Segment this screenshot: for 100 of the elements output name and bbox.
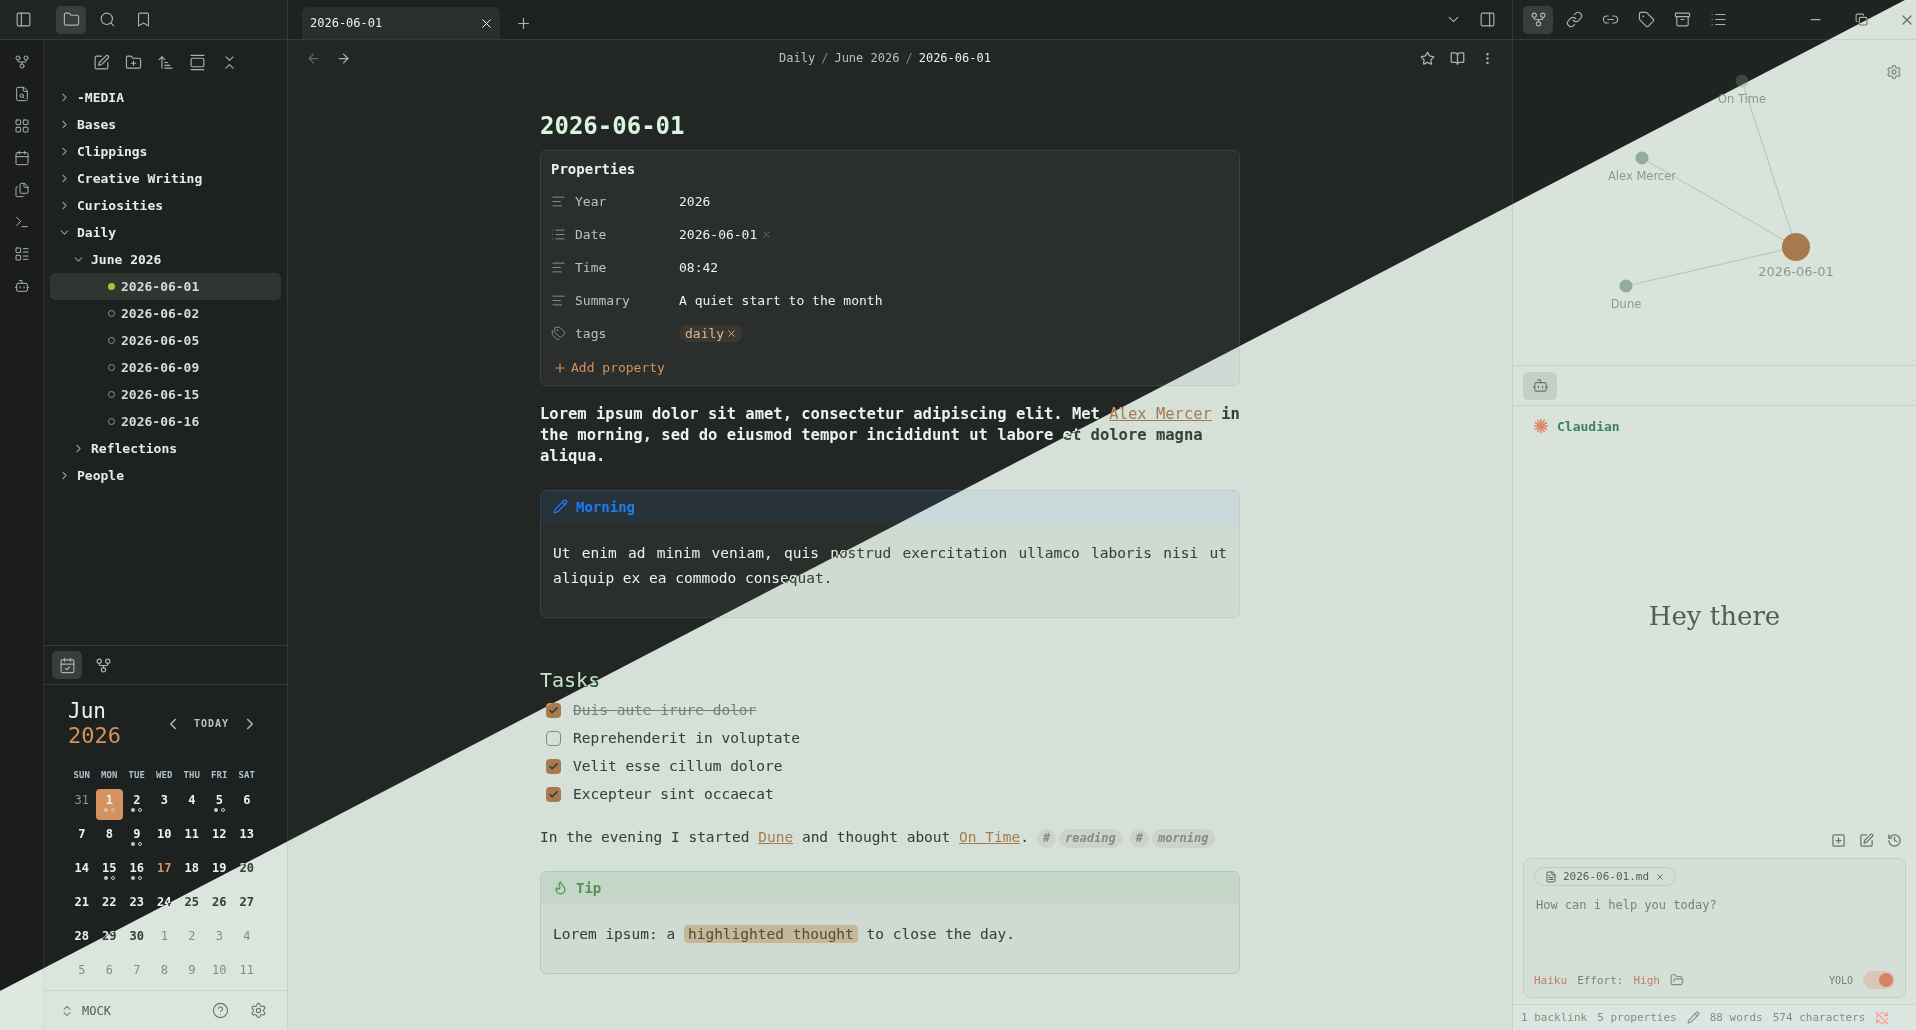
calendar-day[interactable]: 10 — [150, 823, 178, 854]
calendar-day[interactable]: 31 — [68, 789, 96, 820]
calendar-day[interactable]: 16 — [123, 857, 151, 888]
breadcrumb-item[interactable]: 2026-06-01 — [918, 51, 991, 65]
flame-icon — [553, 880, 568, 896]
graph-node[interactable] — [1782, 233, 1810, 261]
weekday-label: THU — [182, 770, 201, 782]
lines-icon — [551, 194, 566, 209]
weekday-label: FRI — [210, 770, 229, 782]
calendar-day[interactable]: 21 — [68, 891, 96, 922]
calendar-day[interactable]: 4 — [178, 789, 206, 820]
remove-icon[interactable] — [1655, 871, 1666, 882]
folder-item[interactable]: Bases — [50, 111, 281, 138]
pencil-icon[interactable] — [1686, 1011, 1700, 1024]
calendar-day[interactable]: 17 — [150, 857, 178, 888]
pencil-icon — [553, 499, 568, 515]
graph-node[interactable] — [1635, 151, 1649, 165]
breadcrumb-item[interactable]: June 2026 — [834, 51, 900, 65]
status-item: 1 backlink — [1521, 1011, 1588, 1024]
property-value[interactable]: 2026 — [679, 194, 1227, 209]
calendar-day[interactable]: 3 — [150, 789, 178, 820]
folder-icon[interactable] — [56, 5, 86, 34]
property-value[interactable]: 2026-06-01 — [679, 227, 758, 242]
check-icon — [548, 704, 559, 716]
folder-item[interactable]: June 2026 — [50, 246, 281, 273]
plus-icon — [553, 360, 567, 375]
starburst-icon — [1533, 418, 1549, 434]
clear-icon[interactable] — [761, 229, 773, 240]
add-property-button[interactable]: Add property — [551, 350, 667, 375]
callout-title: Morning — [541, 490, 1239, 523]
calendar-day[interactable]: 7 — [68, 823, 96, 854]
graph-node[interactable] — [1619, 279, 1633, 293]
yolo-toggle[interactable] — [1863, 971, 1895, 989]
calendar-day[interactable]: 24 — [150, 891, 178, 922]
checkbox[interactable] — [546, 786, 561, 802]
calendar-day[interactable]: 15 — [95, 857, 123, 888]
task-text: Reprehenderit in voluptate — [573, 730, 800, 747]
calendar-day[interactable]: 27 — [233, 891, 261, 922]
graph-node[interactable] — [1735, 74, 1749, 88]
folder-item[interactable]: Daily — [50, 219, 281, 246]
task-text: Excepteur sint occaecat — [573, 786, 774, 803]
calendar-day[interactable]: 12 — [205, 823, 233, 854]
calendar-day[interactable]: 23 — [123, 891, 151, 922]
weekday-label: MON — [100, 770, 119, 782]
file-item[interactable]: 2026-06-15 — [50, 381, 281, 408]
calendar-day[interactable]: 30 — [123, 925, 151, 956]
property-value[interactable]: 08:42 — [679, 260, 1227, 275]
checkbox[interactable] — [546, 758, 561, 774]
calendar-day[interactable]: 20 — [233, 857, 261, 888]
file-item[interactable]: 2026-06-16 — [50, 408, 281, 435]
graph-node-label: On Time — [1717, 91, 1767, 106]
section-heading: Tasks — [540, 668, 602, 693]
breadcrumb-item[interactable]: Daily — [779, 51, 816, 65]
property-name: Year — [575, 194, 608, 209]
callout-title: Tip — [541, 871, 1239, 904]
lines-icon — [551, 260, 566, 275]
checkbox[interactable] — [546, 730, 561, 746]
file-icon — [1545, 870, 1557, 883]
calendar-day[interactable]: 25 — [178, 891, 206, 922]
calendar-day[interactable]: 19 — [205, 857, 233, 888]
graph-icon[interactable] — [1523, 5, 1553, 34]
file-item[interactable]: 2026-06-01 — [50, 273, 281, 300]
calendar-day[interactable]: 18 — [178, 857, 206, 888]
calendar-day[interactable]: 13 — [233, 823, 261, 854]
tag-pill[interactable]: daily — [679, 325, 744, 342]
remove-icon[interactable] — [726, 328, 738, 339]
robot-icon[interactable] — [1523, 371, 1557, 400]
calendar-year: 2026 — [68, 723, 121, 748]
calendar-day[interactable]: 6 — [233, 789, 261, 820]
today-button[interactable]: TODAY — [187, 714, 235, 733]
check-icon — [548, 760, 559, 772]
yolo-label: YOLO — [1828, 974, 1853, 986]
calendar-day[interactable]: 28 — [68, 925, 96, 956]
calendar-day[interactable]: 9 — [123, 823, 151, 854]
check-icon — [548, 788, 559, 800]
folder-item[interactable]: Reflections — [50, 435, 281, 462]
calendar-day[interactable]: 26 — [205, 891, 233, 922]
folder-item[interactable]: Curiosities — [50, 192, 281, 219]
lines-icon — [551, 293, 566, 308]
file-item[interactable]: 2026-06-05 — [50, 327, 281, 354]
vault-name[interactable]: MOCK — [82, 1003, 197, 1018]
calendar-check-icon[interactable] — [52, 651, 82, 679]
calendar-day[interactable]: 2 — [123, 789, 151, 820]
calendar-day[interactable]: 5 — [205, 789, 233, 820]
property-value[interactable]: A quiet start to the month — [679, 293, 1227, 308]
folder-item[interactable]: Clippings — [50, 138, 281, 165]
folder-item[interactable]: -MEDIA — [50, 84, 281, 111]
file-item[interactable]: 2026-06-09 — [50, 354, 281, 381]
property-name: Date — [575, 227, 608, 242]
calendar-day[interactable]: 22 — [95, 891, 123, 922]
file-item[interactable]: 2026-06-02 — [50, 300, 281, 327]
calendar-day[interactable]: 14 — [68, 857, 96, 888]
folder-item[interactable]: People — [50, 462, 281, 489]
settings-icon[interactable] — [1886, 64, 1902, 80]
chat-input[interactable]: 2026-06-01.md How can i help you today? Haiku Effort: High YOLO — [1523, 858, 1906, 998]
calendar-day[interactable]: 11 — [178, 823, 206, 854]
folder-item[interactable]: Creative Writing — [50, 165, 281, 192]
note-tab[interactable]: 2026-06-01 — [302, 7, 500, 39]
checkbox[interactable] — [546, 702, 561, 718]
calendar-day[interactable]: 8 — [95, 823, 123, 854]
